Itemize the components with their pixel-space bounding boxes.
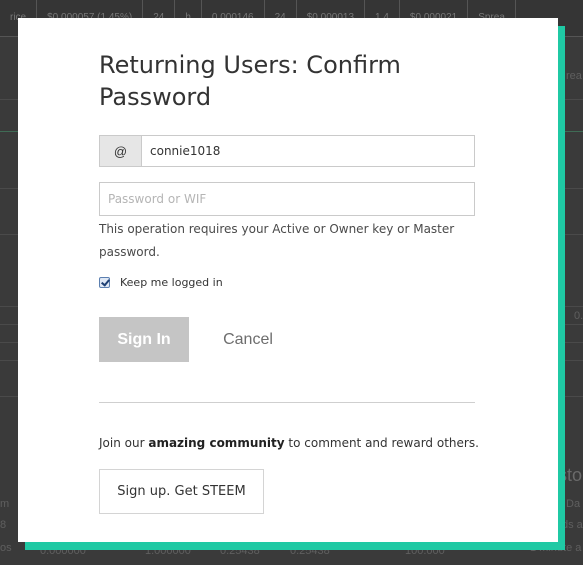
- username-field-group: @: [99, 135, 475, 167]
- username-input[interactable]: [142, 136, 474, 166]
- at-sign-prefix: @: [100, 136, 142, 166]
- background-text: 0.: [574, 310, 583, 322]
- background-text: 8: [0, 519, 7, 531]
- sign-in-button[interactable]: Sign In: [99, 317, 189, 362]
- signup-button[interactable]: Sign up. Get STEEM: [99, 469, 264, 514]
- keep-logged-in-checkbox[interactable]: [99, 276, 110, 288]
- modal-title: Returning Users: Confirm Password: [99, 51, 401, 111]
- join-text-prefix: Join our: [99, 436, 149, 450]
- join-text-suffix: to comment and reward others.: [284, 436, 479, 450]
- password-help-text: This operation requires your Active or O…: [99, 222, 455, 259]
- login-modal: Returning Users: Confirm Password @ This…: [18, 18, 558, 542]
- divider: [99, 402, 475, 403]
- background-text: ds a: [562, 519, 583, 531]
- keep-logged-in-label[interactable]: Keep me logged in: [120, 276, 223, 289]
- password-input[interactable]: [99, 182, 475, 216]
- cancel-button[interactable]: Cancel: [212, 317, 284, 362]
- background-text: m: [0, 498, 10, 510]
- background-text: Da: [566, 498, 581, 510]
- keep-logged-in-row: Keep me logged in: [99, 274, 223, 290]
- join-text-emphasis: amazing community: [148, 436, 285, 450]
- join-community-text: Join our amazing community to comment an…: [99, 434, 479, 452]
- background-text: os: [0, 542, 12, 554]
- background-text: rea: [566, 70, 582, 82]
